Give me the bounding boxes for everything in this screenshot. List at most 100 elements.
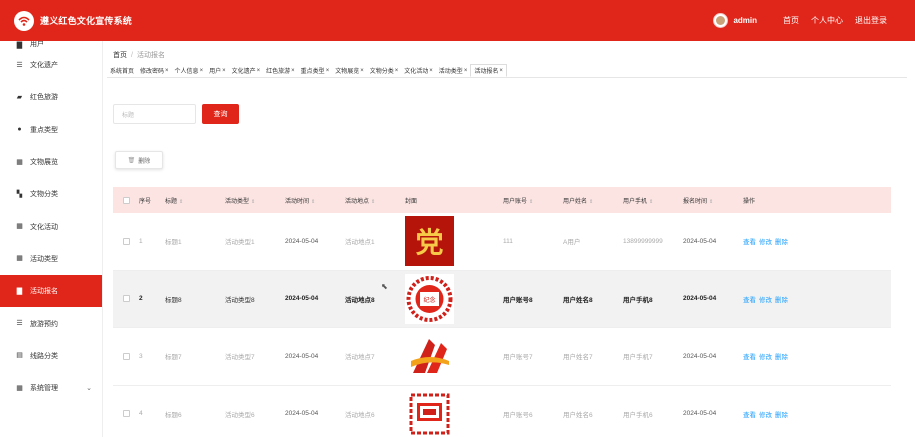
- close-icon[interactable]: ×: [257, 68, 261, 74]
- sidebar-item-cultural-activity[interactable]: ▦ 文化活动: [0, 210, 102, 242]
- sidebar-item-route-category[interactable]: ▤ 线路分类: [0, 340, 102, 372]
- close-icon[interactable]: ×: [291, 68, 295, 74]
- sidebar-item-exhibition[interactable]: ▦ 文物展览: [0, 146, 102, 178]
- tab-label: 个人信息: [174, 69, 199, 75]
- close-icon[interactable]: ×: [395, 68, 399, 74]
- sidebar-item-key-types[interactable]: ● 重点类型: [0, 114, 102, 146]
- sort-icon[interactable]: ⇕: [529, 199, 533, 205]
- sidebar-item-activity-signup[interactable]: ▇ 活动报名: [0, 275, 102, 308]
- row-checkbox[interactable]: [122, 352, 130, 360]
- sort-icon[interactable]: ⇕: [251, 199, 255, 205]
- ticket-icon: ▚: [16, 190, 23, 198]
- row-checkbox[interactable]: [122, 237, 130, 245]
- delete-link[interactable]: 删除: [775, 239, 788, 246]
- column-header[interactable]: 活动地点 ⇕: [342, 196, 402, 205]
- cover-image[interactable]: [405, 388, 454, 437]
- user-name[interactable]: admin: [733, 16, 757, 25]
- view-link[interactable]: 查看: [743, 297, 756, 304]
- cell-reg-time: 2024-05-04: [683, 410, 717, 418]
- delete-button[interactable]: 🗑 删除: [115, 151, 163, 169]
- query-button[interactable]: 查询: [202, 104, 239, 124]
- close-icon[interactable]: ×: [464, 68, 468, 74]
- sidebar-item-red-tourism[interactable]: ▰ 红色旅游: [0, 81, 102, 113]
- sidebar-item-relic-category[interactable]: ▚ 文物分类: [0, 178, 102, 210]
- column-header[interactable]: 活动时间 ⇕: [282, 196, 342, 205]
- mouse-cursor-icon: ⬉: [381, 282, 388, 291]
- close-icon[interactable]: ×: [326, 68, 330, 74]
- close-icon[interactable]: ×: [429, 68, 433, 74]
- close-icon[interactable]: ×: [499, 68, 503, 74]
- cell-type: 活动类型6: [225, 411, 255, 419]
- edit-link[interactable]: 修改: [759, 354, 772, 361]
- title-search-input[interactable]: 标题: [113, 104, 196, 124]
- tab-users[interactable]: 用户 ×: [206, 64, 229, 77]
- sidebar-item-label: 线路分类: [30, 352, 58, 360]
- sidebar-item-users[interactable]: ▇ 用户: [0, 41, 102, 49]
- sidebar-item-activity-type[interactable]: ▦ 活动类型: [0, 243, 102, 275]
- view-link[interactable]: 查看: [743, 239, 756, 246]
- column-header[interactable]: 用户手机 ⇕: [620, 196, 680, 205]
- view-link[interactable]: 查看: [743, 412, 756, 419]
- list-icon: ☰: [16, 61, 23, 69]
- view-link[interactable]: 查看: [743, 354, 756, 361]
- row-checkbox[interactable]: [122, 295, 130, 303]
- select-all-checkbox[interactable]: [122, 196, 130, 204]
- sort-icon[interactable]: ⇕: [179, 199, 183, 205]
- breadcrumb-home[interactable]: 首页: [113, 52, 127, 59]
- delete-link[interactable]: 删除: [775, 297, 788, 304]
- tab-red-tourism[interactable]: 红色旅游 ×: [263, 64, 298, 77]
- cell-title: 标题1: [165, 239, 182, 247]
- cover-image[interactable]: [405, 331, 454, 382]
- grid-icon: ▦: [16, 384, 23, 392]
- list-icon: ☰: [16, 320, 23, 328]
- column-header[interactable]: 序号: [136, 196, 162, 205]
- tab-home[interactable]: 系统首页: [107, 64, 137, 77]
- sort-icon[interactable]: ⇕: [589, 199, 593, 205]
- close-icon[interactable]: ×: [222, 68, 226, 74]
- delete-label: 删除: [138, 158, 151, 165]
- tab-cultural-heritage[interactable]: 文化遗产 ×: [229, 64, 264, 77]
- tab-change-password[interactable]: 修改密码 ×: [137, 64, 172, 77]
- column-header[interactable]: 活动类型 ⇕: [222, 196, 282, 205]
- row-actions: 查看 修改 删除: [740, 409, 810, 419]
- close-icon[interactable]: ×: [200, 68, 204, 74]
- delete-link[interactable]: 删除: [775, 412, 788, 419]
- tab-activity-type[interactable]: 活动类型 ×: [436, 64, 471, 77]
- close-icon[interactable]: ×: [360, 68, 364, 74]
- delete-link[interactable]: 删除: [775, 354, 788, 361]
- tab-cultural-activity[interactable]: 文化活动 ×: [401, 64, 436, 77]
- tab-personal-info[interactable]: 个人信息 ×: [172, 64, 207, 77]
- column-header[interactable]: 报名时间 ⇕: [680, 196, 740, 205]
- cover-image[interactable]: 党: [405, 216, 454, 267]
- column-header[interactable]: 用户姓名 ⇕: [560, 196, 620, 205]
- tab-label: 红色旅游: [266, 69, 291, 75]
- grid-icon: ▦: [16, 255, 23, 263]
- edit-link[interactable]: 修改: [759, 412, 772, 419]
- tab-relic-category[interactable]: 文物分类 ×: [367, 64, 402, 77]
- edit-link[interactable]: 修改: [759, 239, 772, 246]
- sidebar-item-tour-booking[interactable]: ☰ 旅游预约: [0, 307, 102, 339]
- sort-icon[interactable]: ⇕: [709, 199, 713, 205]
- nav-home-link[interactable]: 首页: [783, 15, 799, 26]
- avatar[interactable]: [713, 13, 729, 28]
- nav-profile-link[interactable]: 个人中心: [811, 15, 843, 26]
- tab-activity-signup[interactable]: 活动报名 ×: [470, 64, 507, 77]
- cell-type: 活动类型8: [225, 296, 255, 304]
- column-header[interactable]: 用户账号 ⇕: [500, 196, 560, 205]
- sort-icon[interactable]: ⇕: [649, 199, 653, 205]
- close-icon[interactable]: ×: [165, 68, 169, 74]
- sort-icon[interactable]: ⇕: [371, 199, 375, 205]
- edit-link[interactable]: 修改: [759, 297, 772, 304]
- tab-key-types[interactable]: 重点类型 ×: [298, 64, 333, 77]
- cover-image[interactable]: 纪念: [405, 273, 454, 324]
- sort-icon[interactable]: ⇕: [311, 199, 315, 205]
- sidebar-item-system-management[interactable]: ▦ 系统管理 ⌄: [0, 372, 102, 404]
- sidebar-item-cultural-heritage[interactable]: ☰ 文化遗产: [0, 49, 102, 81]
- sidebar-item-label: 用户: [30, 41, 44, 48]
- nav-logout-link[interactable]: 退出登录: [855, 15, 887, 26]
- column-header[interactable]: 标题 ⇕: [162, 196, 222, 205]
- tab-exhibition[interactable]: 文物展览 ×: [332, 64, 367, 77]
- row-checkbox[interactable]: [122, 410, 130, 418]
- user-icon: ●: [17, 126, 22, 134]
- sidebar-item-label: 文物分类: [30, 191, 58, 199]
